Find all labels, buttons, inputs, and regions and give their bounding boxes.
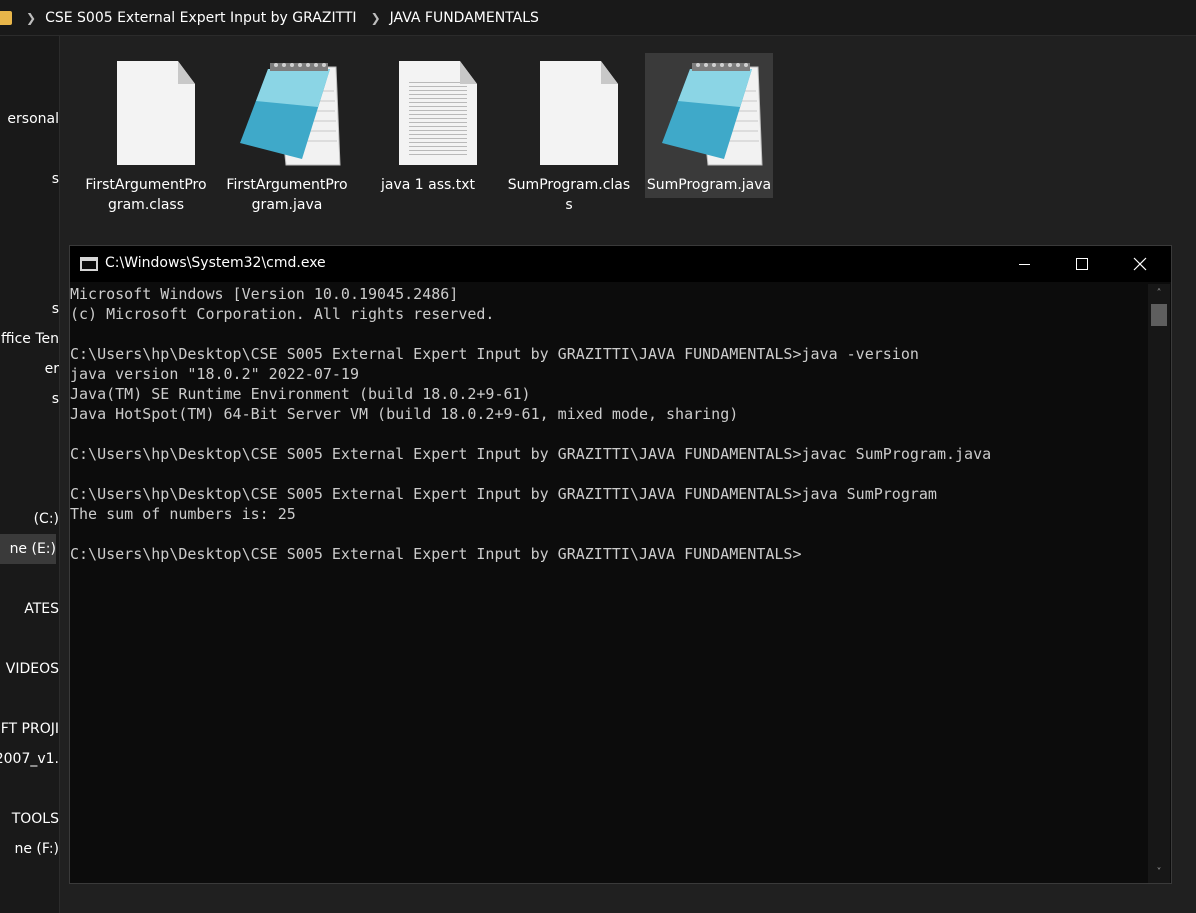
console-line: Java(TM) SE Runtime Environment (build 1… [70,385,531,403]
minimize-button[interactable] [995,246,1053,282]
nav-item[interactable]: ersonal [0,104,59,134]
nav-item[interactable]: s [0,384,59,414]
breadcrumb-item-java-fundamentals[interactable]: JAVA FUNDAMENTALS [390,10,539,26]
nav-item-label: VIDEOS [5,661,59,677]
scrollbar-thumb[interactable] [1151,304,1167,326]
close-icon [1133,257,1147,271]
nav-item[interactable]: FT PROJI [0,714,59,744]
file-item[interactable]: java 1 ass.txt [364,53,492,198]
console-output[interactable]: Microsoft Windows [Version 10.0.19045.24… [70,284,1148,884]
console-line: Java HotSpot(TM) 64-Bit Server VM (build… [70,405,739,423]
file-item[interactable]: SumProgram.class [505,53,633,213]
vertical-scrollbar[interactable]: ˄ ˅ [1148,284,1170,883]
chevron-right-icon: ❯ [370,10,381,25]
console-line: (c) Microsoft Corporation. All rights re… [70,305,495,323]
console-line: The sum of numbers is: 25 [70,505,296,523]
nav-item[interactable]: er [0,354,59,384]
maximize-icon [1076,258,1088,270]
address-breadcrumb-bar[interactable]: ❯ CSE S005 External Expert Input by GRAZ… [0,0,1196,36]
console-line: C:\Users\hp\Desktop\CSE S005 External Ex… [70,445,992,463]
nav-item[interactable]: (C:) [0,504,59,534]
minimize-icon [1018,263,1030,265]
scroll-down-arrow-icon[interactable]: ˅ [1148,863,1170,883]
nav-item[interactable]: ne (E:) [0,534,56,564]
cmd-icon [80,257,98,271]
nav-item[interactable]: s [0,294,59,324]
nav-item-label: _2007_v1. [0,751,59,767]
folder-icon [0,10,12,25]
nav-item-label: ne (E:) [9,541,56,557]
nav-item[interactable]: VIDEOS [0,654,59,684]
scroll-up-arrow-icon[interactable]: ˄ [1148,284,1170,304]
maximize-button[interactable] [1053,246,1111,282]
nav-item-label: s [51,301,59,317]
file-name: FirstArgumentProgram.java [226,177,348,213]
nav-item-label: ne (F:) [14,841,59,857]
file-name: FirstArgumentProgram.class [85,177,207,213]
nav-item-label: ersonal [7,111,59,127]
close-button[interactable] [1111,246,1169,282]
console-line: C:\Users\hp\Desktop\CSE S005 External Ex… [70,485,937,503]
notepad-icon [662,63,763,166]
file-item[interactable]: FirstArgumentProgram.class [82,53,210,213]
nav-item-label: TOOLS [11,811,59,827]
navigation-pane[interactable]: ersonal s s ffice Ten er s (C:) ne (E:) ATES VIDE… [0,36,60,913]
nav-item-label: (C:) [33,511,59,527]
page-fold [178,61,195,84]
cmd-title-bar[interactable]: C:\Windows\System32\cmd.exe [70,246,1171,282]
console-line: java version "18.0.2" 2022-07-19 [70,365,359,383]
nav-item[interactable]: TOOLS [0,804,59,834]
nav-item-label: ATES [24,601,59,617]
cmd-window-title: C:\Windows\System32\cmd.exe [105,255,326,271]
nav-item-label: er [44,361,59,377]
file-name: SumProgram.class [507,177,631,213]
file-name: java 1 ass.txt [380,177,476,193]
file-name: SumProgram.java [646,177,772,193]
nav-item[interactable]: ne (F:) [0,834,59,864]
console-line: C:\Users\hp\Desktop\CSE S005 External Ex… [70,545,802,563]
file-item[interactable]: FirstArgumentProgram.java [223,53,351,213]
nav-item[interactable]: ffice Ten [0,324,59,354]
console-line: Microsoft Windows [Version 10.0.19045.24… [70,285,459,303]
nav-item[interactable]: ATES [0,594,59,624]
nav-item-label: ffice Ten [1,331,59,347]
nav-item-label: s [51,391,59,407]
cmd-window[interactable]: C:\Windows\System32\cmd.exe Microsoft Wi… [69,245,1172,884]
breadcrumb-item-cse-s005[interactable]: CSE S005 External Expert Input by GRAZIT… [45,10,357,26]
notepad-icon [240,63,341,166]
nav-item[interactable]: _2007_v1. [0,744,59,774]
nav-item-label: FT PROJI [0,721,59,737]
file-item-selected[interactable]: SumProgram.java [645,53,773,198]
console-line: C:\Users\hp\Desktop\CSE S005 External Ex… [70,345,919,363]
chevron-right-icon: ❯ [26,10,37,25]
nav-item[interactable]: s [0,164,59,194]
nav-item-label: s [51,171,59,187]
